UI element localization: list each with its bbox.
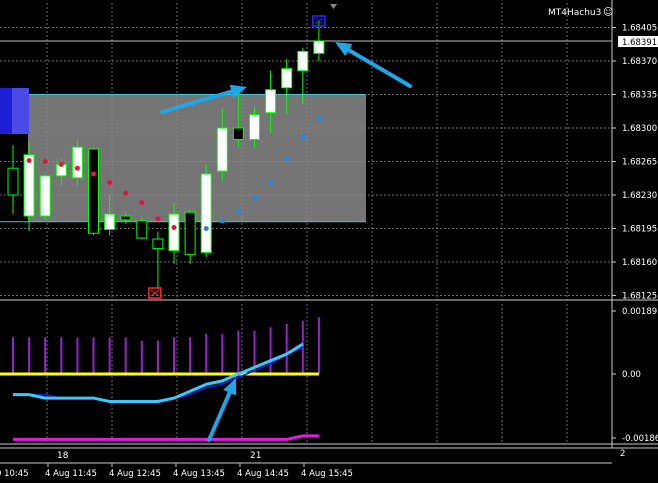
blue-dot xyxy=(235,208,241,214)
candle-body xyxy=(152,238,164,250)
x-tick-label: 4 Aug 14:45 xyxy=(237,469,289,479)
y-tick-label: 1.68370 xyxy=(622,57,657,67)
y-tick-label: 0.00 xyxy=(622,370,641,380)
candle-body xyxy=(23,154,35,217)
x-tick-label: 0 10:45 xyxy=(0,469,29,479)
day-label: 18 xyxy=(57,451,69,461)
y-tick-label: 1.68195 xyxy=(622,225,657,235)
red-dot xyxy=(58,161,64,167)
red-dot xyxy=(139,200,145,206)
candle-body xyxy=(200,173,212,253)
y-tick-label: 1.68265 xyxy=(622,158,657,168)
smiley-icon: ☺ xyxy=(603,7,613,18)
red-dot xyxy=(42,159,48,164)
red-dot xyxy=(155,216,161,222)
candle-body xyxy=(313,40,325,54)
zone-left-block xyxy=(12,88,29,134)
candle-body xyxy=(71,146,83,179)
y-tick-label: 1.68125 xyxy=(622,292,657,302)
candle-body xyxy=(168,213,180,252)
price-chart[interactable]: 1.68405 1.68370 1.68335 1.68300 1.68265 1.682… xyxy=(0,0,658,479)
y-tick-label: 1.68160 xyxy=(622,258,657,268)
red-dot xyxy=(74,165,80,171)
blue-dot xyxy=(300,134,306,140)
red-dot xyxy=(26,158,32,164)
candle-body xyxy=(249,114,260,140)
candle-body xyxy=(39,175,51,217)
zone-left-block xyxy=(0,88,12,134)
candle-body xyxy=(265,89,277,114)
candle-body xyxy=(184,211,196,255)
candle-body xyxy=(216,127,228,172)
blue-dot xyxy=(284,156,290,162)
current-price-label: 1.68391 xyxy=(622,38,657,48)
zone-group xyxy=(0,88,366,223)
y-tick-label: 1.68300 xyxy=(622,124,657,134)
candle-body xyxy=(232,127,244,140)
x-tick-label: 4 Aug 15:45 xyxy=(301,469,353,479)
candle-body xyxy=(120,215,132,221)
red-dot xyxy=(107,180,113,186)
blue-dot xyxy=(203,226,209,231)
y-tick-label: 1.68230 xyxy=(622,191,657,201)
app-label: MT4Hachu3 xyxy=(548,8,601,18)
x-tick-label: 4 Aug 12:45 xyxy=(109,469,161,479)
chart-window[interactable]: 1.68405 1.68370 1.68335 1.68300 1.68265 1.682… xyxy=(0,0,658,479)
candle-body xyxy=(7,167,19,196)
blue-dot xyxy=(252,195,257,201)
y-tick-label: 1.68405 xyxy=(622,24,657,34)
candle-body xyxy=(88,148,99,234)
blue-dot xyxy=(219,218,225,224)
candle-body xyxy=(297,50,309,72)
blue-dot xyxy=(268,180,274,186)
candle-body xyxy=(104,213,116,230)
x-tick-label: 4 Aug 11:45 xyxy=(45,469,97,479)
panel3-label: 2 xyxy=(620,449,625,459)
candle-body xyxy=(281,68,293,89)
candle-body xyxy=(136,220,148,239)
day-label: 21 xyxy=(250,451,261,461)
y-tick-label: -0.00186 xyxy=(622,434,658,444)
blue-dot xyxy=(316,115,322,121)
x-tick-label: 4 Aug 13:45 xyxy=(173,469,225,479)
y-tick-label: 0.00189 xyxy=(622,307,657,317)
red-dot xyxy=(171,225,177,231)
y-tick-label: 1.68335 xyxy=(622,91,657,101)
chart-background xyxy=(0,0,658,479)
red-dot xyxy=(91,171,96,177)
red-dot xyxy=(123,190,129,196)
